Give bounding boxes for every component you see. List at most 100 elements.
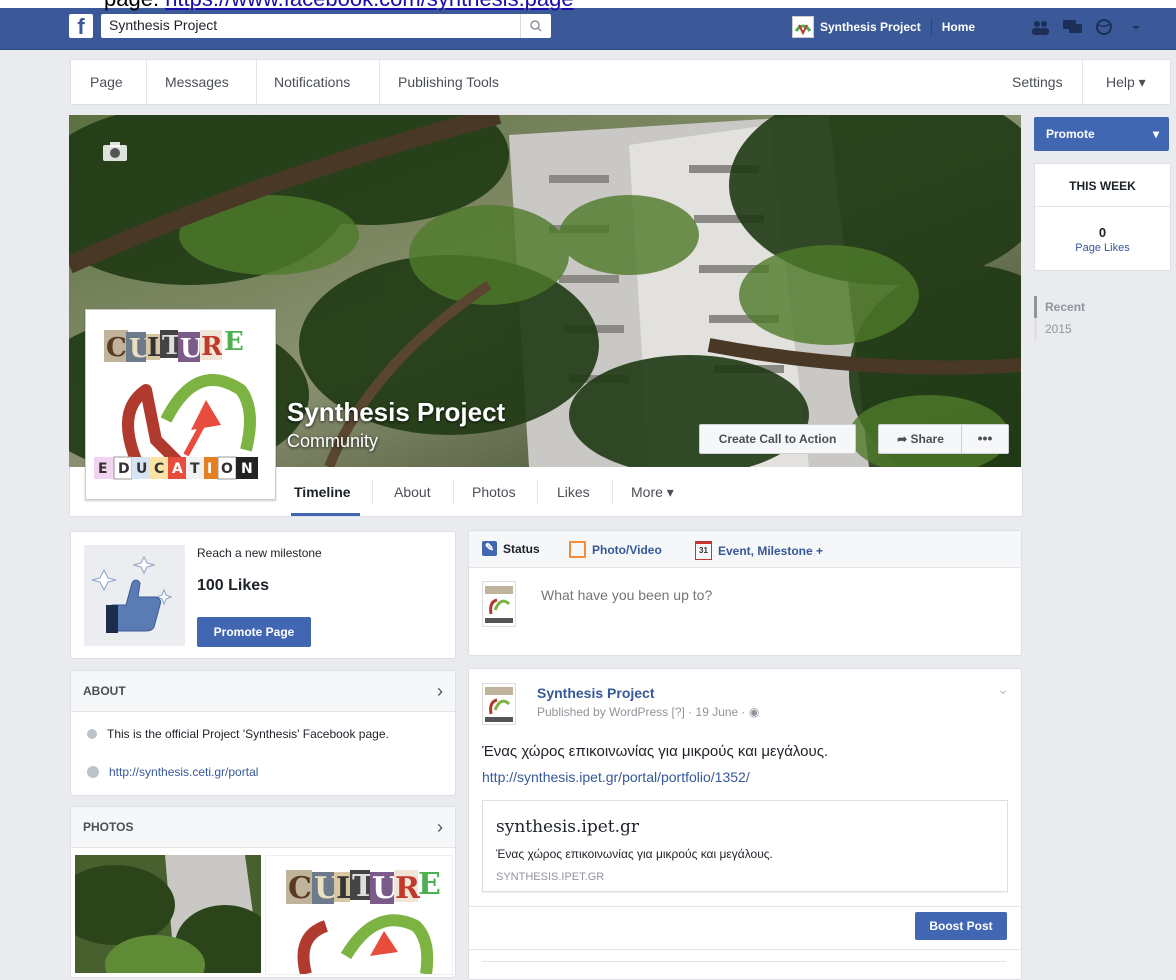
top-right-nav: Synthesis Project Home [792,14,975,40]
share-arrow-icon: ➦ [897,432,911,446]
nav-notifications[interactable]: Notifications [274,60,350,104]
nav-messages[interactable]: Messages [165,60,229,104]
share-button[interactable]: ➦ Share [878,424,962,454]
composer-event-tab[interactable]: 31 Event, Milestone + [695,541,823,560]
page-avatar-icon[interactable] [792,16,814,38]
facebook-logo-icon[interactable]: f [69,14,93,39]
pencil-icon: ✎ [482,541,497,556]
link-preview-card[interactable]: synthesis.ipet.gr Ένας χώρος επικοινωνία… [482,800,1008,892]
scrubber-2015[interactable]: 2015 [1034,318,1085,340]
page-likes-label[interactable]: Page Likes [1035,242,1170,254]
svg-text:R: R [201,332,223,362]
photos-header[interactable]: PHOTOS › [71,807,455,848]
more-options-button[interactable]: ••• [961,424,1009,454]
divider [453,479,454,505]
camera-icon[interactable] [101,140,129,162]
svg-text:U: U [180,334,203,364]
nav-help[interactable]: Help ▾ [1106,60,1146,104]
status-input[interactable] [539,583,1003,607]
post-author-name[interactable]: Synthesis Project [537,685,655,701]
about-heading: ABOUT [83,684,126,698]
calendar-icon: 31 [695,541,712,560]
post-link[interactable]: http://synthesis.ipet.gr/portal/portfoli… [482,769,750,785]
about-card: ABOUT › This is the official Project 'Sy… [70,670,456,796]
post-author-avatar[interactable] [482,683,516,725]
scrubber-recent[interactable]: Recent [1034,296,1085,318]
composer-photo-label: Photo/Video [592,542,662,557]
divider [1082,60,1083,104]
photo-thumbnail[interactable] [75,855,261,973]
tab-photos[interactable]: Photos [472,467,516,516]
divider [537,479,538,505]
chevron-right-icon: › [437,681,443,701]
svg-text:E: E [224,327,244,357]
about-header[interactable]: ABOUT › [71,671,455,712]
profile-picture[interactable]: C U L T U R E E D U C A T I O N [85,309,276,500]
caption-link[interactable]: https://www.facebook.com/synthesis.page [165,0,573,11]
search-button[interactable] [520,14,551,38]
caption-bar: page: https://www.facebook.com/synthesis… [0,0,1176,11]
create-call-to-action-button[interactable]: Create Call to Action [699,424,856,454]
thumbs-up-illustration [84,545,185,646]
page-admin-nav: Page Messages Notifications Publishing T… [70,59,1171,105]
this-week-heading: THIS WEEK [1035,164,1170,207]
nav-page[interactable]: Page [90,60,123,104]
milestone-card: Reach a new milestone 100 Likes Promote … [70,531,456,659]
composer-event-label: Event, Milestone + [718,543,824,558]
tab-timeline[interactable]: Timeline [294,467,351,516]
composer-tabs: ✎ Status Photo/Video 31 Event, Milestone… [469,531,1021,568]
divider [146,60,147,104]
divider [372,479,373,505]
divider [930,18,932,36]
tab-likes[interactable]: Likes [557,467,590,516]
post-meta-text: Published by WordPress [?] · 19 June · [537,705,749,719]
page-title[interactable]: Synthesis Project [287,397,505,428]
messages-icon[interactable] [1062,18,1082,36]
composer-status-tab[interactable]: ✎ Status [482,541,540,556]
post-composer: ✎ Status Photo/Video 31 Event, Milestone… [468,530,1022,656]
notifications-globe-icon[interactable] [1094,18,1114,36]
home-link[interactable]: Home [942,20,975,34]
account-menu-chevron-icon[interactable] [1126,18,1146,36]
about-description-row: This is the official Project 'Synthesis'… [87,727,389,741]
top-icons [1030,18,1146,36]
friend-requests-icon[interactable] [1030,18,1050,36]
post-meta: Published by WordPress [?] · 19 June · ◉ [537,705,759,719]
promote-page-button[interactable]: Promote Page [197,617,311,647]
divider [469,949,1021,950]
search-icon [530,20,542,32]
divider [482,961,1006,962]
page-category[interactable]: Community [287,431,378,452]
caption-text: page: https://www.facebook.com/synthesis… [104,0,574,12]
top-page-name-link[interactable]: Synthesis Project [820,20,921,34]
share-label: Share [910,432,944,446]
svg-text:I: I [207,461,212,477]
nav-settings[interactable]: Settings [1012,60,1063,104]
milestone-goal: 100 Likes [197,577,270,594]
promote-dropdown-button[interactable]: Promote ▾ [1034,117,1169,151]
about-website-row: http://synthesis.ceti.gr/portal [87,765,258,779]
svg-text:A: A [172,461,183,477]
photo-thumbnail[interactable]: C U L T U R E [265,855,453,975]
nav-publishing-tools[interactable]: Publishing Tools [398,60,499,104]
active-tab-indicator [291,513,360,516]
this-week-panel: THIS WEEK 0 Page Likes [1034,163,1171,271]
svg-text:C: C [106,333,127,363]
tab-about[interactable]: About [394,467,431,516]
composer-photo-tab[interactable]: Photo/Video [569,541,662,558]
svg-text:E: E [98,461,108,477]
svg-text:O: O [221,461,233,477]
link-preview-description: Ένας χώρος επικοινωνίας για μικρούς και … [496,847,773,861]
photos-card: PHOTOS › C U L T U R E [70,806,456,978]
search-input[interactable] [101,14,527,36]
search-box [101,14,551,38]
photos-heading: PHOTOS [83,820,134,834]
tab-more[interactable]: More ▾ [631,467,674,516]
svg-text:U: U [136,461,147,477]
post-options-chevron-icon[interactable]: ⌄ [997,681,1009,698]
boost-post-button[interactable]: Boost Post [915,912,1007,940]
milestone-text: Reach a new milestone [197,546,322,560]
about-website-link[interactable]: http://synthesis.ceti.gr/portal [109,765,258,779]
caption-prefix: page: [104,0,159,11]
timeline-scrubber: Recent 2015 [1034,296,1085,340]
